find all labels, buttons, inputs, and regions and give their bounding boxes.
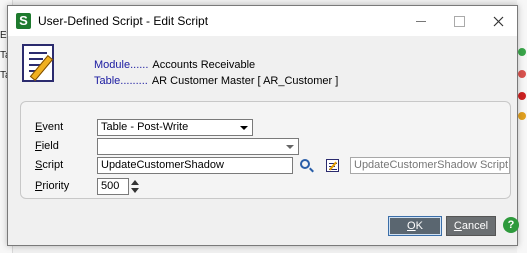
close-button[interactable] (479, 6, 517, 36)
ok-button[interactable]: OK (388, 216, 442, 236)
maximize-button[interactable] (440, 6, 478, 36)
chevron-up-icon[interactable] (131, 180, 139, 185)
window-title: User-Defined Script - Edit Script (38, 14, 209, 28)
background-status-dot (518, 70, 526, 78)
script-input[interactable]: UpdateCustomerShadow (97, 157, 293, 174)
module-label: Module...... (94, 59, 149, 71)
field-label: Field (35, 140, 59, 152)
event-label: Event (35, 121, 64, 133)
close-icon (493, 16, 503, 26)
maximize-icon (453, 15, 465, 27)
background-status-dot (518, 112, 526, 120)
event-dropdown[interactable]: Table - Post-Write (97, 119, 253, 136)
background-status-dot (518, 48, 526, 56)
cancel-button[interactable]: Cancel (446, 216, 496, 236)
dialog-header: Module...... Accounts Receivable Table...… (8, 36, 517, 98)
edit-script-dialog: S User-Defined Script - Edit Script Modu… (7, 5, 519, 246)
script-document-icon (22, 44, 54, 82)
priority-stepper[interactable] (131, 178, 139, 195)
priority-input[interactable]: 500 (97, 178, 129, 195)
table-info: Table......... AR Customer Master [ AR_Cu… (94, 75, 338, 87)
help-icon[interactable]: ? (503, 217, 519, 233)
script-description-field: UpdateCustomerShadow Script (350, 157, 510, 174)
app-logo-icon: S (16, 13, 31, 29)
background-app-right-strip (517, 0, 527, 253)
script-editor-icon[interactable] (326, 159, 339, 172)
minimize-icon (416, 20, 426, 22)
table-label: Table......... (94, 75, 148, 87)
minimize-button[interactable] (402, 6, 440, 36)
script-settings-group: Event Table - Post-Write Field Script Up… (20, 101, 511, 199)
script-label: Script (35, 159, 64, 171)
chevron-down-icon[interactable] (131, 188, 139, 193)
chevron-down-icon (240, 126, 248, 130)
module-info: Module...... Accounts Receivable (94, 59, 255, 71)
chevron-down-icon (286, 145, 294, 149)
event-value: Table - Post-Write (101, 121, 189, 133)
background-status-dot (518, 92, 526, 100)
table-value: AR Customer Master [ AR_Customer ] (151, 75, 339, 87)
search-icon[interactable] (300, 159, 310, 169)
priority-label: Priority (35, 180, 70, 192)
field-dropdown[interactable] (97, 138, 299, 155)
module-value: Accounts Receivable (152, 59, 256, 71)
title-bar[interactable]: S User-Defined Script - Edit Script (8, 6, 517, 36)
